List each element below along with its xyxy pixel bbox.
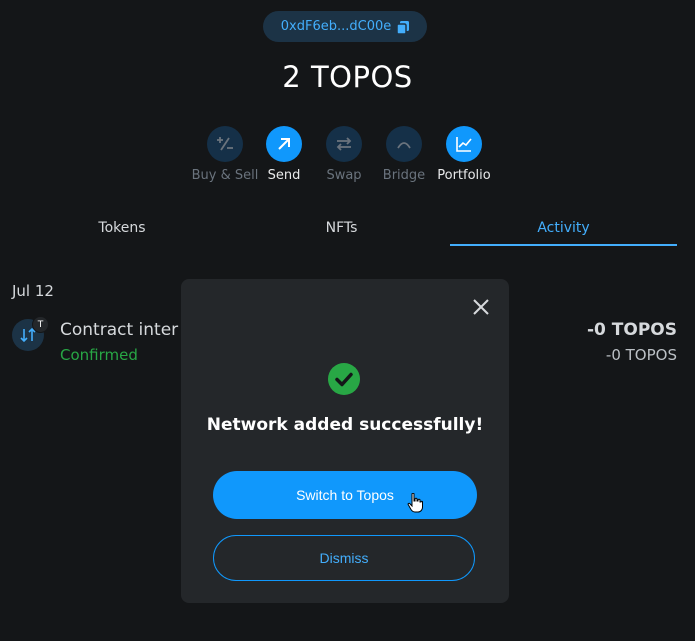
swap-arrows-icon bbox=[326, 126, 362, 162]
plus-minus-icon bbox=[207, 126, 243, 162]
token-badge: T bbox=[32, 316, 49, 333]
close-icon[interactable] bbox=[471, 297, 491, 317]
copy-icon[interactable] bbox=[396, 20, 410, 35]
account-address-pill[interactable]: 0xdF6eb...dC00e bbox=[263, 11, 427, 42]
account-balance: 2 TOPOS bbox=[282, 60, 413, 94]
account-address: 0xdF6eb...dC00e bbox=[280, 19, 392, 34]
activity-date: Jul 12 bbox=[12, 282, 54, 300]
success-check-icon bbox=[328, 363, 360, 395]
dismiss-button[interactable]: Dismiss bbox=[213, 535, 475, 581]
transaction-title[interactable]: Contract inter bbox=[60, 320, 178, 340]
tab-tokens[interactable]: Tokens bbox=[12, 212, 232, 244]
transaction-amount-secondary: -0 TOPOS bbox=[605, 346, 677, 364]
transaction-amount: -0 TOPOS bbox=[586, 320, 677, 340]
bridge-icon bbox=[386, 126, 422, 162]
switch-network-button[interactable]: Switch to Topos bbox=[213, 471, 477, 519]
portfolio-label: Portfolio bbox=[437, 168, 491, 183]
transaction-status: Confirmed bbox=[60, 346, 138, 364]
tab-activity[interactable]: Activity bbox=[450, 212, 677, 246]
asset-tabs: Tokens NFTs Activity bbox=[12, 212, 677, 246]
network-added-modal: Network added successfully! Switch to To… bbox=[181, 279, 509, 603]
portfolio-button[interactable]: Portfolio bbox=[429, 126, 499, 183]
modal-title: Network added successfully! bbox=[206, 415, 484, 435]
hand-cursor-icon bbox=[407, 492, 423, 513]
tab-nfts[interactable]: NFTs bbox=[232, 212, 451, 244]
wallet-actions: Buy & Sell Send Swap Bridge Portfolio bbox=[190, 126, 510, 186]
arrow-up-right-icon bbox=[266, 126, 302, 162]
chart-icon bbox=[446, 126, 482, 162]
